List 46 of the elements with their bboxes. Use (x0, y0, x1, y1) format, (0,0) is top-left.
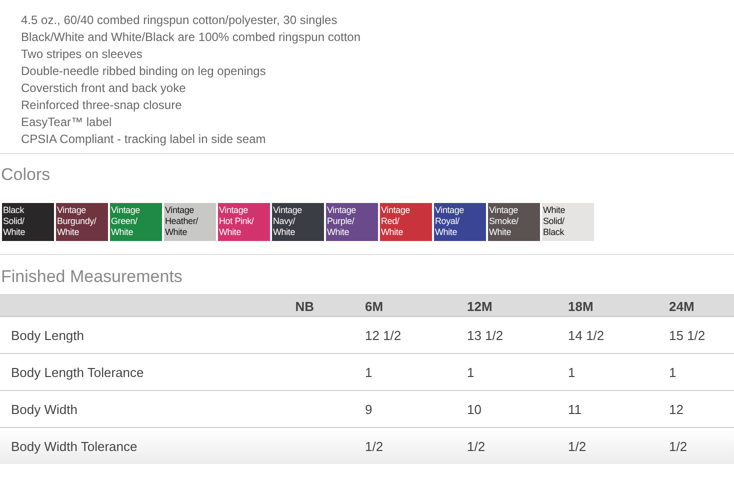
feature-text: Black/White and White/Black are 100% combed ringspun cotton (21, 29, 361, 46)
column-header: 18M (568, 298, 594, 315)
table-cell: 10 (467, 402, 482, 418)
row-label: Body Width Tolerance (11, 438, 138, 455)
column-header: 6M (365, 298, 384, 315)
row-label: Body Length Tolerance (11, 364, 144, 381)
color-swatch[interactable]: Vintage Smoke/ White (488, 203, 540, 241)
feature-text: CPSIA Compliant - tracking label in side seam (21, 131, 266, 148)
color-swatch[interactable]: Black Solid/ White (2, 203, 54, 241)
table-cell: 15 1/2 (669, 328, 706, 344)
color-swatch[interactable]: Vintage Navy/ White (272, 203, 324, 241)
feature-text: EasyTear™ label (21, 114, 112, 131)
feature-text: 4.5 oz., 60/40 combed ringspun cotton/polyester, 30 singles (21, 12, 338, 29)
table-cell: 1/2 (365, 438, 384, 455)
table-cell: 1/2 (669, 438, 688, 455)
color-swatch[interactable]: Vintage Purple/ White (326, 203, 378, 241)
table-cell: 1/2 (467, 438, 486, 455)
section-heading: Finished Measurements (1, 266, 182, 288)
color-swatch[interactable]: Vintage Royal/ White (434, 203, 486, 241)
table-cell: 11 (568, 402, 582, 418)
column-header: 12M (467, 298, 492, 315)
table-cell: 9 (365, 402, 372, 418)
section-heading: Colors (1, 164, 50, 186)
color-swatch[interactable]: Vintage Hot Pink/ White (218, 203, 270, 241)
color-swatch[interactable]: Vintage Burgundy/ White (56, 203, 108, 241)
column-header: NB (295, 298, 314, 315)
table-cell: 1/2 (568, 438, 586, 455)
table-cell: 1 (669, 364, 676, 381)
row-label: Body Length (11, 328, 84, 344)
feature-text: Two stripes on sleeves (21, 46, 142, 63)
feature-text: Reinforced three-snap closure (21, 97, 182, 114)
color-swatch[interactable]: Vintage Red/ White (380, 203, 432, 241)
table-cell: 1 (568, 364, 576, 381)
feature-text: Coverstich front and back yoke (21, 80, 186, 97)
table-cell: 1 (365, 364, 372, 381)
row-label: Body Width (11, 402, 78, 418)
table-cell: 14 1/2 (568, 328, 604, 344)
table-cell: 1 (467, 364, 474, 381)
column-header: 24M (669, 298, 694, 315)
color-swatch[interactable]: White Solid/ Black (542, 203, 594, 241)
table-cell: 12 1/2 (365, 328, 402, 344)
color-swatch[interactable]: Vintage Green/ White (110, 203, 162, 241)
color-swatch[interactable]: Vintage Heather/ White (164, 203, 216, 241)
table-cell: 13 1/2 (467, 328, 504, 344)
table-cell: 12 (669, 402, 684, 418)
feature-text: Double-needle ribbed binding on leg openings (21, 63, 266, 80)
